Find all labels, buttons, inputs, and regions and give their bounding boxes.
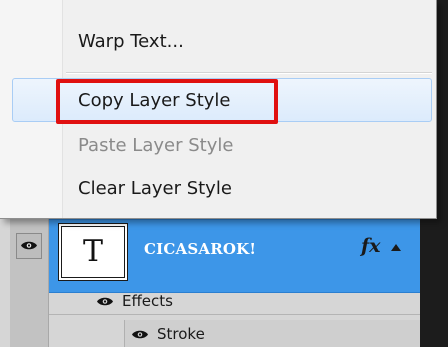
effects-divider [49,314,420,315]
visibility-column [10,219,49,347]
stroke-effect-row[interactable]: Stroke [124,320,421,347]
menu-item-paste-layer-style: Paste Layer Style [78,135,234,156]
layer-thumbnail[interactable]: T [61,226,125,278]
highlight-annotation-box [56,79,278,124]
menu-item-warp-text[interactable]: Warp Text... [78,33,184,51]
context-menu: Warp Text... Copy Layer Style Paste Laye… [0,0,437,219]
fx-icon[interactable]: fx [361,235,381,257]
menu-separator [66,72,432,74]
eye-icon[interactable] [96,296,114,307]
screenshot-stage: T CICASAROK! fx Effects Stroke Warp Text… [0,0,448,347]
eye-icon [20,240,38,251]
text-layer-icon: T [82,234,103,269]
layer-visibility-toggle[interactable] [16,233,42,259]
triangle-up-icon[interactable] [391,244,401,251]
effects-row[interactable]: Effects [96,287,416,315]
layers-panel: T CICASAROK! fx Effects Stroke [0,206,421,347]
eye-icon[interactable] [131,329,149,340]
panel-dark-edge [420,206,448,347]
layer-row-selected[interactable]: T CICASAROK! fx [49,219,420,293]
stroke-label: Stroke [157,325,205,343]
effects-label: Effects [122,292,173,310]
layer-name[interactable]: CICASAROK! [144,240,256,258]
menu-item-clear-layer-style[interactable]: Clear Layer Style [78,180,232,198]
